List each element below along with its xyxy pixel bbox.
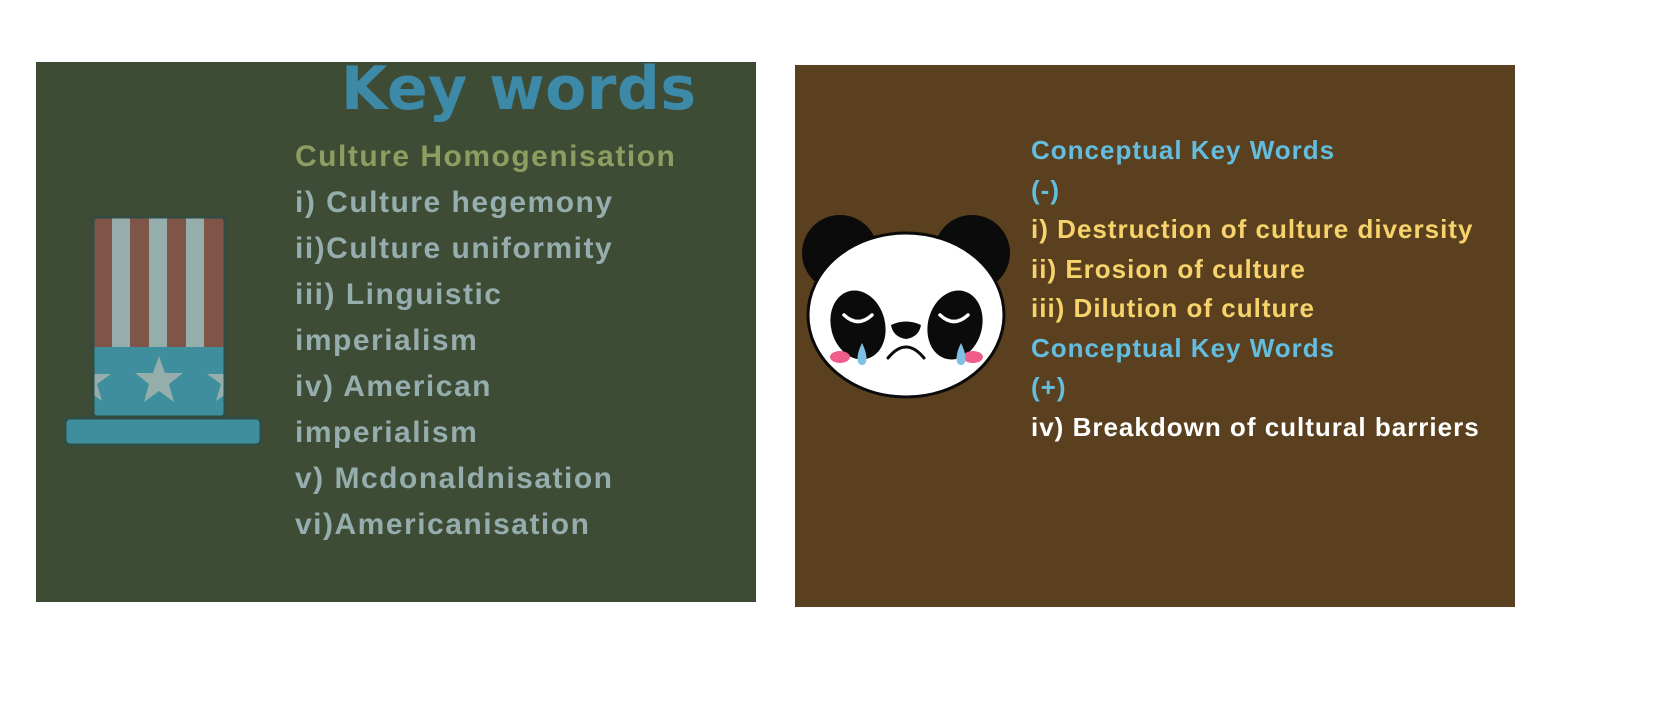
uncle-sam-hat-icon <box>60 212 270 452</box>
section-heading-negative: Conceptual Key Words <box>1031 135 1336 165</box>
negative-sign: (-) <box>1031 174 1060 205</box>
list-item: v) Mcdonaldnisation <box>295 462 614 495</box>
key-words-list: Culture Homogenisation i) Culture hegemo… <box>295 134 676 548</box>
conceptual-key-words-list: Conceptual Key Words (-) i) Destruction … <box>1031 131 1480 447</box>
section-subtitle: Culture Homogenisation <box>295 140 677 173</box>
list-item: vi)Americanisation <box>295 508 591 541</box>
list-item: iv) Breakdown of cultural barriers <box>1031 411 1480 442</box>
list-item: imperialism <box>295 416 479 449</box>
list-item: i) Culture hegemony <box>295 186 614 219</box>
list-item: i) Destruction of culture diversity <box>1031 214 1474 244</box>
list-item: iii) Dilution of culture <box>1031 293 1315 323</box>
slide-title: Key words <box>341 62 697 124</box>
list-item: ii)Culture uniformity <box>295 232 614 265</box>
list-item: iv) American <box>295 370 492 403</box>
section-heading-positive: Conceptual Key Words <box>1031 332 1336 363</box>
slide-culture-homogenisation: Key words Culture Homogenisation i) Cult… <box>36 62 756 602</box>
crying-panda-icon <box>800 215 1010 405</box>
positive-sign: (+) <box>1031 372 1067 402</box>
list-item: ii) Erosion of culture <box>1031 253 1306 284</box>
list-item: iii) Linguistic <box>295 278 503 311</box>
list-item: imperialism <box>295 324 479 357</box>
slide-conceptual-key-words: Conceptual Key Words (-) i) Destruction … <box>795 65 1515 607</box>
